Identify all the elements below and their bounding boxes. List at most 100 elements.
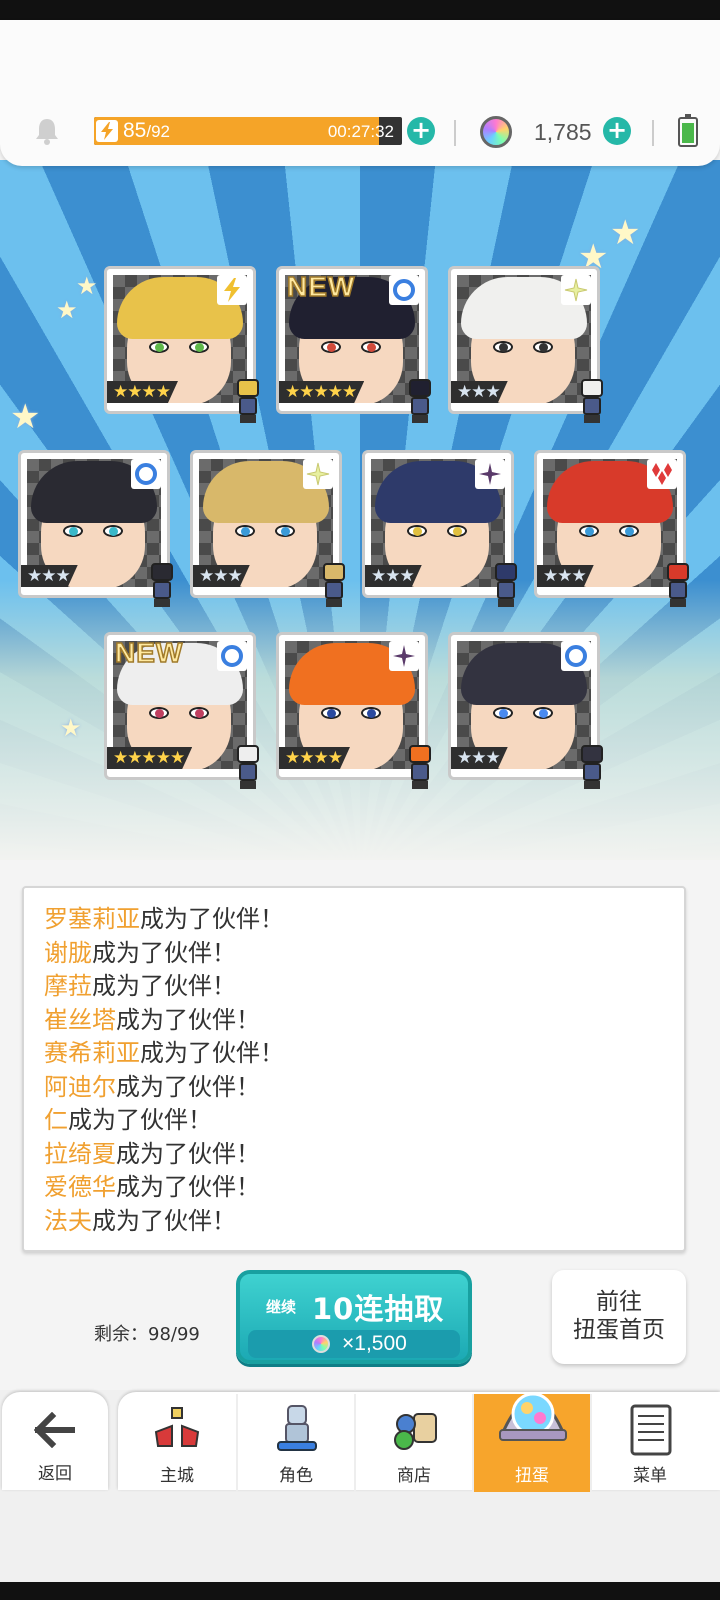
pull-10x-button[interactable]: 继续 10连抽取 ×1,500	[236, 1270, 472, 1364]
bell-icon[interactable]	[32, 116, 62, 146]
town-icon	[154, 1407, 200, 1447]
menu-list-icon	[630, 1404, 672, 1456]
nav-label-gacha: 扭蛋	[515, 1466, 549, 1486]
character-name: 仁	[44, 1106, 68, 1134]
sparkle-star-icon: ★	[10, 397, 41, 437]
pull-cost: ×1,500	[248, 1330, 460, 1358]
recruit-message: 成为了伙伴！	[92, 938, 236, 967]
continue-label: 继续	[266, 1298, 297, 1316]
recruit-log-line: 赛希莉亚成为了伙伴！	[44, 1038, 284, 1068]
recruit-message: 成为了伙伴！	[140, 905, 284, 933]
thunder-element-icon	[217, 275, 247, 305]
sparkle-star-icon: ★	[60, 714, 82, 742]
gacha-home-button[interactable]: 前往 扭蛋首页	[552, 1270, 686, 1364]
rarity-stars: ★★★★	[107, 381, 178, 403]
water-element-icon	[389, 275, 419, 305]
rarity-stars: ★★★★	[279, 747, 350, 769]
stamina-value: 85/92	[123, 119, 170, 142]
character-name: 罗塞莉亚	[44, 905, 140, 933]
nav-label-town: 主城	[160, 1466, 194, 1486]
pixel-sprite-icon	[227, 377, 269, 425]
back-label: 返回	[38, 1464, 72, 1484]
fire-element-icon	[647, 459, 677, 489]
system-navigation-bar	[0, 1582, 720, 1600]
recruit-log-line: 罗塞莉亚成为了伙伴！	[44, 904, 284, 934]
pixel-sprite-icon	[571, 377, 613, 425]
recruit-log-line: 爱德华成为了伙伴！	[44, 1172, 260, 1202]
rarity-stars: ★★★	[537, 565, 594, 587]
gacha-home-label-line2: 扭蛋首页	[573, 1317, 665, 1343]
pixel-sprite-icon	[399, 743, 441, 791]
stamina-timer: 00:27:32	[327, 122, 394, 141]
gem-count: 1,785	[534, 119, 592, 145]
new-badge: NEW	[286, 270, 356, 303]
character-name: 崔丝塔	[44, 1005, 116, 1034]
character-card[interactable]: ★★★	[362, 450, 517, 607]
recruit-log-line: 仁成为了伙伴！	[44, 1105, 212, 1135]
divider	[454, 120, 456, 146]
character-card[interactable]: ★★★★	[276, 632, 431, 789]
character-card[interactable]: ★★★	[448, 632, 603, 789]
rarity-stars: ★★★	[365, 565, 422, 587]
nav-item-menu[interactable]: 菜单	[590, 1394, 708, 1492]
pull-cost-value: ×1,500	[342, 1332, 407, 1355]
character-card[interactable]: ★★★	[190, 450, 345, 607]
recruit-message: 成为了伙伴！	[116, 1139, 260, 1168]
rarity-stars: ★★★★★	[279, 381, 364, 403]
nav-item-characters[interactable]: 角色	[236, 1394, 354, 1492]
water-element-icon	[131, 459, 161, 489]
character-card[interactable]: NEW ★★★★★	[104, 632, 259, 789]
recruit-log-line: 阿迪尔成为了伙伴！	[44, 1072, 260, 1102]
nav-label-characters: 角色	[279, 1466, 313, 1486]
recruit-message: 成为了伙伴！	[92, 972, 236, 1000]
sparkle-star-icon: ★	[76, 272, 98, 300]
recruit-message: 成为了伙伴！	[68, 1106, 212, 1134]
stamina-bar: 85/92 00:27:32	[94, 117, 402, 145]
back-button[interactable]: 返回	[2, 1392, 108, 1490]
divider	[652, 120, 654, 146]
character-name: 赛希莉亚	[44, 1039, 140, 1067]
pull-10x-label: 10连抽取	[312, 1292, 445, 1326]
gem-icon	[480, 116, 512, 148]
character-card[interactable]: NEW ★★★★★	[276, 266, 431, 423]
water-element-icon	[217, 641, 247, 671]
nav-item-gacha[interactable]: 扭蛋	[472, 1392, 590, 1492]
lightning-icon	[96, 120, 118, 142]
character-card[interactable]: ★★★★	[104, 266, 259, 423]
recruit-message: 成为了伙伴！	[140, 1039, 284, 1067]
nav-item-shop[interactable]: 商店	[354, 1394, 472, 1492]
add-gems-button[interactable]: +	[603, 117, 631, 145]
recruit-log-panel: 罗塞莉亚成为了伙伴！ 谢胧成为了伙伴！ 摩菈成为了伙伴！ 崔丝塔成为了伙伴！ 赛希莉亚成…	[22, 886, 686, 1252]
character-card[interactable]: ★★★	[534, 450, 689, 607]
character-name: 拉绮夏	[44, 1139, 116, 1168]
resource-header: 85/92 00:27:32 + 1,785 +	[0, 20, 720, 166]
add-stamina-button[interactable]: +	[407, 117, 435, 145]
character-card[interactable]: ★★★	[18, 450, 173, 607]
rarity-stars: ★★★	[193, 565, 250, 587]
character-name: 摩菈	[44, 972, 92, 1000]
recruit-message: 成为了伙伴！	[92, 1206, 236, 1235]
nav-item-town[interactable]: 主城	[118, 1394, 236, 1492]
sparkle-star-icon: ★	[610, 213, 641, 253]
rarity-stars: ★★★	[451, 381, 508, 403]
light-element-icon	[561, 275, 591, 305]
gem-icon	[312, 1335, 330, 1353]
nav-label-menu: 菜单	[633, 1466, 667, 1486]
dark-element-icon	[389, 641, 419, 671]
recruit-log-line: 崔丝塔成为了伙伴！	[44, 1005, 260, 1035]
shop-icon	[394, 1413, 437, 1450]
pixel-sprite-icon	[313, 561, 355, 609]
remaining-pulls: 剩余：98/99	[94, 1324, 200, 1345]
back-arrow-icon	[34, 1412, 75, 1448]
character-icon	[277, 1405, 317, 1451]
light-element-icon	[303, 459, 333, 489]
character-card[interactable]: ★★★	[448, 266, 603, 423]
rarity-stars: ★★★	[451, 747, 508, 769]
rarity-stars: ★★★	[21, 565, 78, 587]
gacha-capsule-icon	[499, 1392, 567, 1441]
character-name: 爱德华	[44, 1173, 116, 1201]
character-name: 法夫	[44, 1206, 92, 1235]
pixel-sprite-icon	[571, 743, 613, 791]
recruit-log-line: 法夫成为了伙伴！	[44, 1206, 236, 1236]
recruit-log-line: 拉绮夏成为了伙伴！	[44, 1139, 260, 1169]
